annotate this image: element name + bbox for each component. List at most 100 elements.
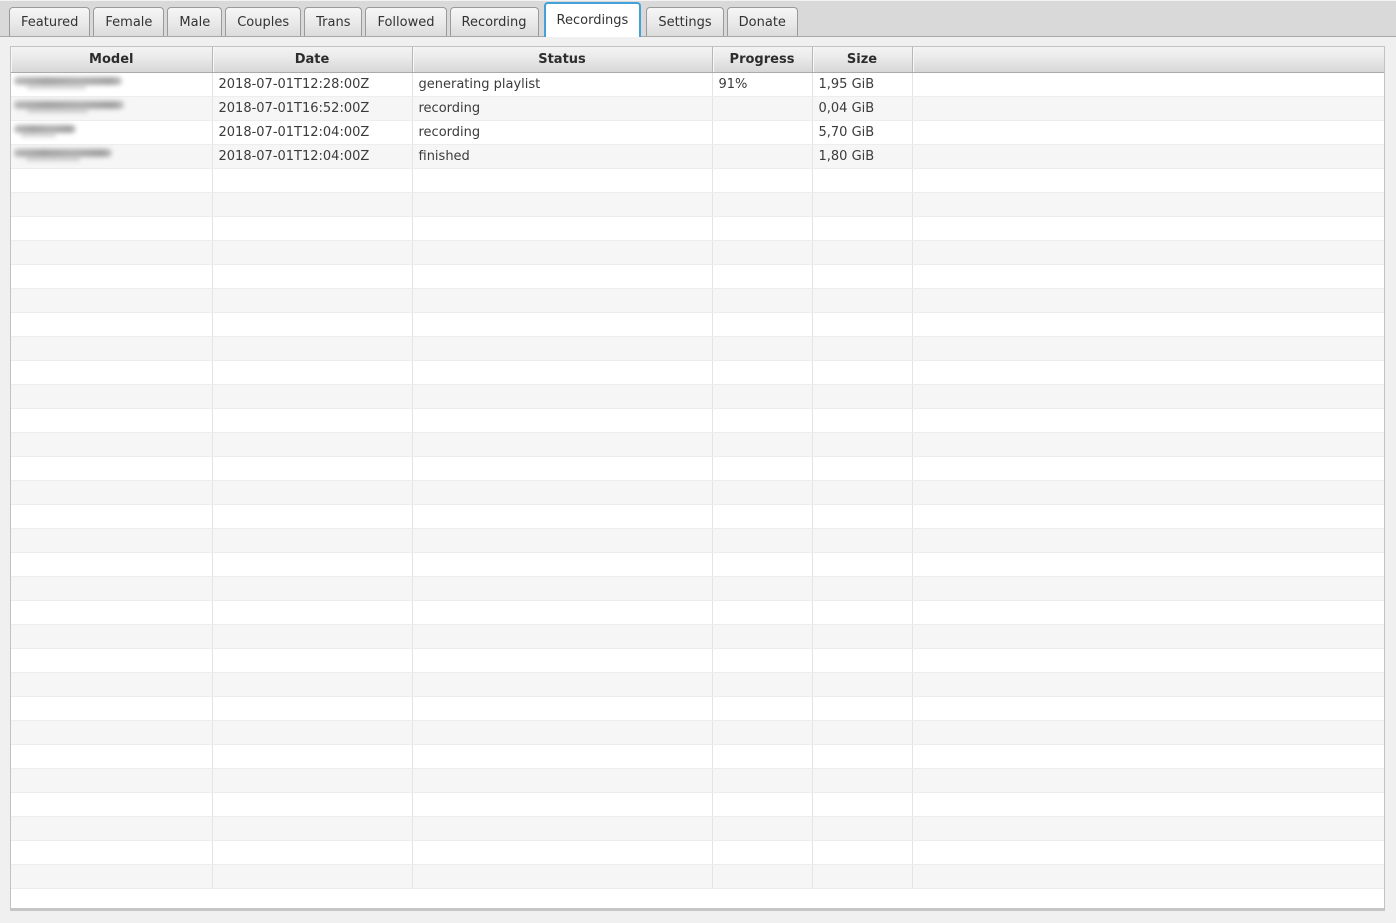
table-row[interactable]: 2018-07-01T16:52:00Z recording 0,04 GiB	[11, 96, 1384, 121]
cell-empty	[712, 168, 813, 193]
cell-empty	[212, 480, 413, 505]
cell-empty	[912, 744, 1384, 769]
table-row-empty[interactable]	[11, 648, 1384, 673]
cell-empty	[11, 288, 213, 313]
tab-followed[interactable]: Followed	[365, 7, 447, 36]
cell-empty	[212, 864, 413, 889]
column-header-size[interactable]: Size	[812, 47, 913, 73]
tab-settings[interactable]: Settings	[646, 7, 724, 36]
table-row-empty[interactable]	[11, 384, 1384, 409]
cell-empty	[412, 600, 713, 625]
cell-empty	[212, 672, 413, 697]
tab-trans[interactable]: Trans	[304, 7, 363, 36]
cell-empty	[912, 696, 1384, 721]
tab-male[interactable]: Male	[167, 7, 223, 36]
cell-empty	[412, 288, 713, 313]
table-row-empty[interactable]	[11, 600, 1384, 625]
table-row-empty[interactable]	[11, 360, 1384, 385]
cell-empty	[212, 384, 413, 409]
cell-empty	[812, 696, 913, 721]
table-row-empty[interactable]	[11, 720, 1384, 745]
cell-progress: 91%	[712, 72, 813, 97]
tab-label: Recordings	[556, 13, 629, 28]
table-row-empty[interactable]	[11, 576, 1384, 601]
table-row-empty[interactable]	[11, 624, 1384, 649]
cell-empty	[912, 504, 1384, 529]
table-row-empty[interactable]	[11, 168, 1384, 193]
cell-date: 2018-07-01T12:28:00Z	[212, 72, 413, 97]
cell-empty	[412, 336, 713, 361]
cell-empty	[11, 240, 213, 265]
tab-couples[interactable]: Couples	[225, 7, 302, 36]
tab-label: Female	[105, 14, 153, 30]
cell-empty	[712, 552, 813, 577]
table-row-empty[interactable]	[11, 528, 1384, 553]
tab-female[interactable]: Female	[93, 7, 165, 36]
cell-empty	[11, 456, 213, 481]
cell-empty	[912, 648, 1384, 673]
table-row-empty[interactable]	[11, 264, 1384, 289]
column-header-spacer[interactable]	[912, 47, 1384, 73]
cell-empty	[712, 336, 813, 361]
cell-empty	[212, 312, 413, 337]
cell-empty	[412, 792, 713, 817]
cell-empty	[212, 336, 413, 361]
cell-empty	[11, 672, 213, 697]
table-row[interactable]: 2018-07-01T12:04:00Z finished 1,80 GiB	[11, 144, 1384, 169]
cell-empty	[11, 624, 213, 649]
tab-featured[interactable]: Featured	[9, 7, 91, 36]
table-row-empty[interactable]	[11, 792, 1384, 817]
cell-empty	[812, 168, 913, 193]
table-row-empty[interactable]	[11, 312, 1384, 337]
tab-recording[interactable]: Recording	[449, 7, 539, 36]
cell-empty	[912, 864, 1384, 889]
table-row-empty[interactable]	[11, 696, 1384, 721]
cell-empty	[812, 288, 913, 313]
column-header-progress[interactable]: Progress	[712, 47, 813, 73]
cell-empty	[912, 552, 1384, 577]
cell-empty	[11, 216, 213, 241]
table-row-empty[interactable]	[11, 288, 1384, 313]
cell-empty	[412, 768, 713, 793]
tab-donate[interactable]: Donate	[726, 7, 798, 36]
table-row-empty[interactable]	[11, 768, 1384, 793]
cell-empty	[712, 384, 813, 409]
cell-empty	[812, 816, 913, 841]
table-row-empty[interactable]	[11, 672, 1384, 697]
cell-empty	[412, 576, 713, 601]
table-row-empty[interactable]	[11, 456, 1384, 481]
table-header-row: Model Date Status Progress Size	[11, 47, 1384, 73]
cell-empty	[812, 408, 913, 433]
column-header-status[interactable]: Status	[412, 47, 713, 73]
cell-empty	[412, 384, 713, 409]
cell-empty	[212, 168, 413, 193]
table-row-empty[interactable]	[11, 216, 1384, 241]
cell-empty	[712, 768, 813, 793]
column-header-date[interactable]: Date	[212, 47, 413, 73]
cell-empty	[11, 432, 213, 457]
table-row[interactable]: 2018-07-01T12:28:00Z generating playlist 9…	[11, 72, 1384, 97]
table-row-empty[interactable]	[11, 816, 1384, 841]
column-header-model[interactable]: Model	[11, 47, 213, 73]
table-row-empty[interactable]	[11, 744, 1384, 769]
table-row-empty[interactable]	[11, 480, 1384, 505]
table-row-empty[interactable]	[11, 240, 1384, 265]
cell-empty	[212, 432, 413, 457]
cell-empty	[212, 408, 413, 433]
cell-empty	[212, 744, 413, 769]
cell-empty	[712, 480, 813, 505]
cell-empty	[812, 648, 913, 673]
table-row-empty[interactable]	[11, 552, 1384, 577]
table-row-empty[interactable]	[11, 336, 1384, 361]
table-row-empty[interactable]	[11, 504, 1384, 529]
table-row-empty[interactable]	[11, 840, 1384, 865]
cell-empty	[212, 288, 413, 313]
tab-recordings[interactable]: Recordings	[543, 2, 642, 37]
table-row-empty[interactable]	[11, 192, 1384, 217]
table-row[interactable]: 2018-07-01T12:04:00Z recording 5,70 GiB	[11, 120, 1384, 145]
table-row-empty[interactable]	[11, 432, 1384, 457]
table-row-empty[interactable]	[11, 408, 1384, 433]
cell-empty	[912, 264, 1384, 289]
table-row-empty[interactable]	[11, 864, 1384, 889]
cell-empty	[712, 744, 813, 769]
